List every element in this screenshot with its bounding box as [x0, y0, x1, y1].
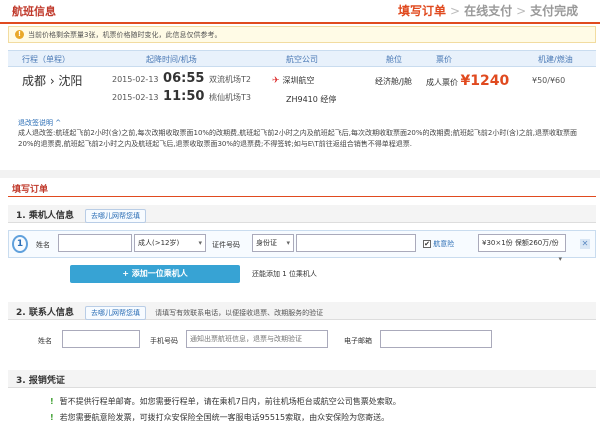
arrive-date: 2015-02-13: [112, 93, 159, 102]
depart-airport: 双流机场T2: [208, 75, 251, 84]
id-type-value: 身份证: [256, 239, 277, 247]
voucher-item-text: 若您需要航意险发票，可拨打众安保险全国统一客服电话95515索取，由众安保险为您…: [59, 413, 390, 422]
add-passenger-button[interactable]: + 添加一位乘机人: [70, 265, 240, 283]
arrive-airport: 桃仙机场T3: [208, 93, 251, 102]
notice-text: 当前价格剩余票量3张，机票价格随时变化，此信息仅供参考。: [28, 30, 222, 39]
email-input[interactable]: [380, 330, 492, 348]
phone-label: 手机号码: [150, 337, 178, 345]
warning-icon: !: [15, 30, 24, 39]
header-divider: [0, 22, 600, 24]
step-arrow-icon: >: [450, 4, 461, 18]
insurance-select[interactable]: ¥30×1份 保额260万/份 ▾: [478, 234, 566, 263]
id-type-select[interactable]: 身份证 ▾: [252, 234, 294, 252]
depart-time: 06:55: [163, 71, 205, 86]
voucher-section-header: 3. 报销凭证: [8, 370, 596, 388]
voucher-item-text: 暂不提供行程单邮寄。如您需要行程单，请在乘机7日内，前往机场柜台或航空公司售票处…: [59, 397, 401, 406]
step-online-pay: 在线支付: [464, 4, 513, 18]
id-number-label: 证件号码: [212, 241, 240, 249]
passenger-help-button[interactable]: 去哪儿网帮您填: [84, 209, 146, 223]
order-steps: 填写订单 > 在线支付 > 支付完成: [398, 2, 578, 19]
passenger-name-input[interactable]: [58, 234, 132, 252]
passenger-section-title: 1. 乘机人信息: [16, 211, 74, 221]
insurance-link[interactable]: 航意险: [433, 240, 454, 248]
contact-section-header: 2. 联系人信息 去哪儿网帮您填 请填写有效联系电话，以便接收退票、改期服务的验…: [8, 302, 596, 320]
remove-passenger-icon[interactable]: ✕: [580, 239, 590, 249]
depart-info: 2015-02-13 06:55 双流机场T2: [112, 71, 251, 86]
order-divider: [8, 196, 596, 197]
chevron-down-icon: ▾: [558, 255, 562, 263]
step-pay-done: 支付完成: [530, 4, 579, 18]
voucher-item: ! 暂不提供行程单邮寄。如您需要行程单，请在乘机7日内，前往机场柜台或航空公司售票…: [50, 396, 401, 407]
col-route: 行程（单程）: [22, 55, 70, 64]
flight-no-label: ZH9410: [286, 95, 318, 104]
chevron-down-icon: ▾: [198, 239, 202, 247]
contact-help-button[interactable]: 去哪儿网帮您填: [84, 306, 146, 320]
passenger-name-label: 姓名: [36, 241, 50, 249]
voucher-section-title: 3. 报销凭证: [16, 376, 65, 386]
airline-name: ✈ 深圳航空: [272, 75, 315, 86]
passenger-type-select[interactable]: 成人(>12岁) ▾: [134, 234, 206, 252]
depart-date: 2015-02-13: [112, 75, 159, 84]
arrive-info: 2015-02-13 11:50 桃仙机场T3: [112, 89, 251, 104]
add-passenger-note: 还能添加 1 位乘机人: [252, 270, 317, 278]
passenger-index: 1: [12, 235, 28, 253]
airline-logo-icon: ✈: [272, 76, 280, 86]
flight-route: 成都 › 沈阳: [22, 74, 83, 88]
insurance-value: ¥30×1份 保额260万/份: [482, 239, 559, 247]
col-airline: 航空公司: [286, 55, 318, 64]
contact-section-title: 2. 联系人信息: [16, 308, 74, 318]
contact-note: 请填写有效联系电话，以便接收退票、改期服务的验证: [155, 309, 324, 317]
phone-input[interactable]: [186, 330, 328, 348]
col-cabin: 舱位: [386, 55, 402, 64]
info-icon: !: [50, 413, 54, 422]
fare: 成人票价 ¥1240: [426, 73, 509, 89]
passenger-type-value: 成人(>12岁): [138, 239, 180, 247]
contact-name-input[interactable]: [62, 330, 140, 348]
passenger-section-header: 1. 乘机人信息 去哪儿网帮您填: [8, 205, 596, 223]
insurance-checkbox[interactable]: ✔: [423, 240, 431, 248]
flight-table-header: 行程（单程） 起降时间/机场 航空公司 舱位 票价 机建/燃油: [8, 50, 596, 67]
contact-name-label: 姓名: [38, 337, 52, 345]
insurance: ✔ 航意险: [423, 239, 454, 249]
step-arrow-icon: >: [516, 4, 527, 18]
refund-rules-link[interactable]: 退改签说明 ^: [18, 118, 61, 128]
email-label: 电子邮箱: [344, 337, 372, 345]
id-number-input[interactable]: [296, 234, 416, 252]
price-notice: ! 当前价格剩余票量3张，机票价格随时变化，此信息仅供参考。: [8, 26, 596, 43]
cabin-class: 经济舱/J舱: [375, 77, 413, 86]
chevron-down-icon: ▾: [286, 239, 290, 247]
info-icon: !: [50, 397, 54, 406]
stop-label: 经停: [320, 95, 337, 104]
fare-price: ¥1240: [460, 73, 510, 89]
airline-label: 深圳航空: [282, 76, 315, 85]
flight-number: ZH9410 经停: [286, 94, 336, 105]
fare-label: 成人票价: [426, 78, 458, 87]
section-gap: [0, 170, 600, 178]
airport-fuel-tax: ¥50/¥60: [532, 76, 566, 85]
order-title: 填写订单: [12, 185, 49, 195]
flight-info-title: 航班信息: [12, 5, 56, 18]
refund-rules-text: 成人退改签:航班起飞前2小时(含)之前,每次改期收取票面10%的改期费,航班起飞…: [18, 129, 578, 148]
col-tax: 机建/燃油: [538, 55, 573, 64]
col-price: 票价: [436, 55, 452, 64]
step-fill-order: 填写订单: [398, 4, 447, 18]
voucher-item: ! 若您需要航意险发票，可拨打众安保险全国统一客服电话95515索取，由众安保险为…: [50, 412, 389, 422]
col-time-airport: 起降时间/机场: [146, 55, 197, 64]
arrive-time: 11:50: [163, 89, 205, 104]
